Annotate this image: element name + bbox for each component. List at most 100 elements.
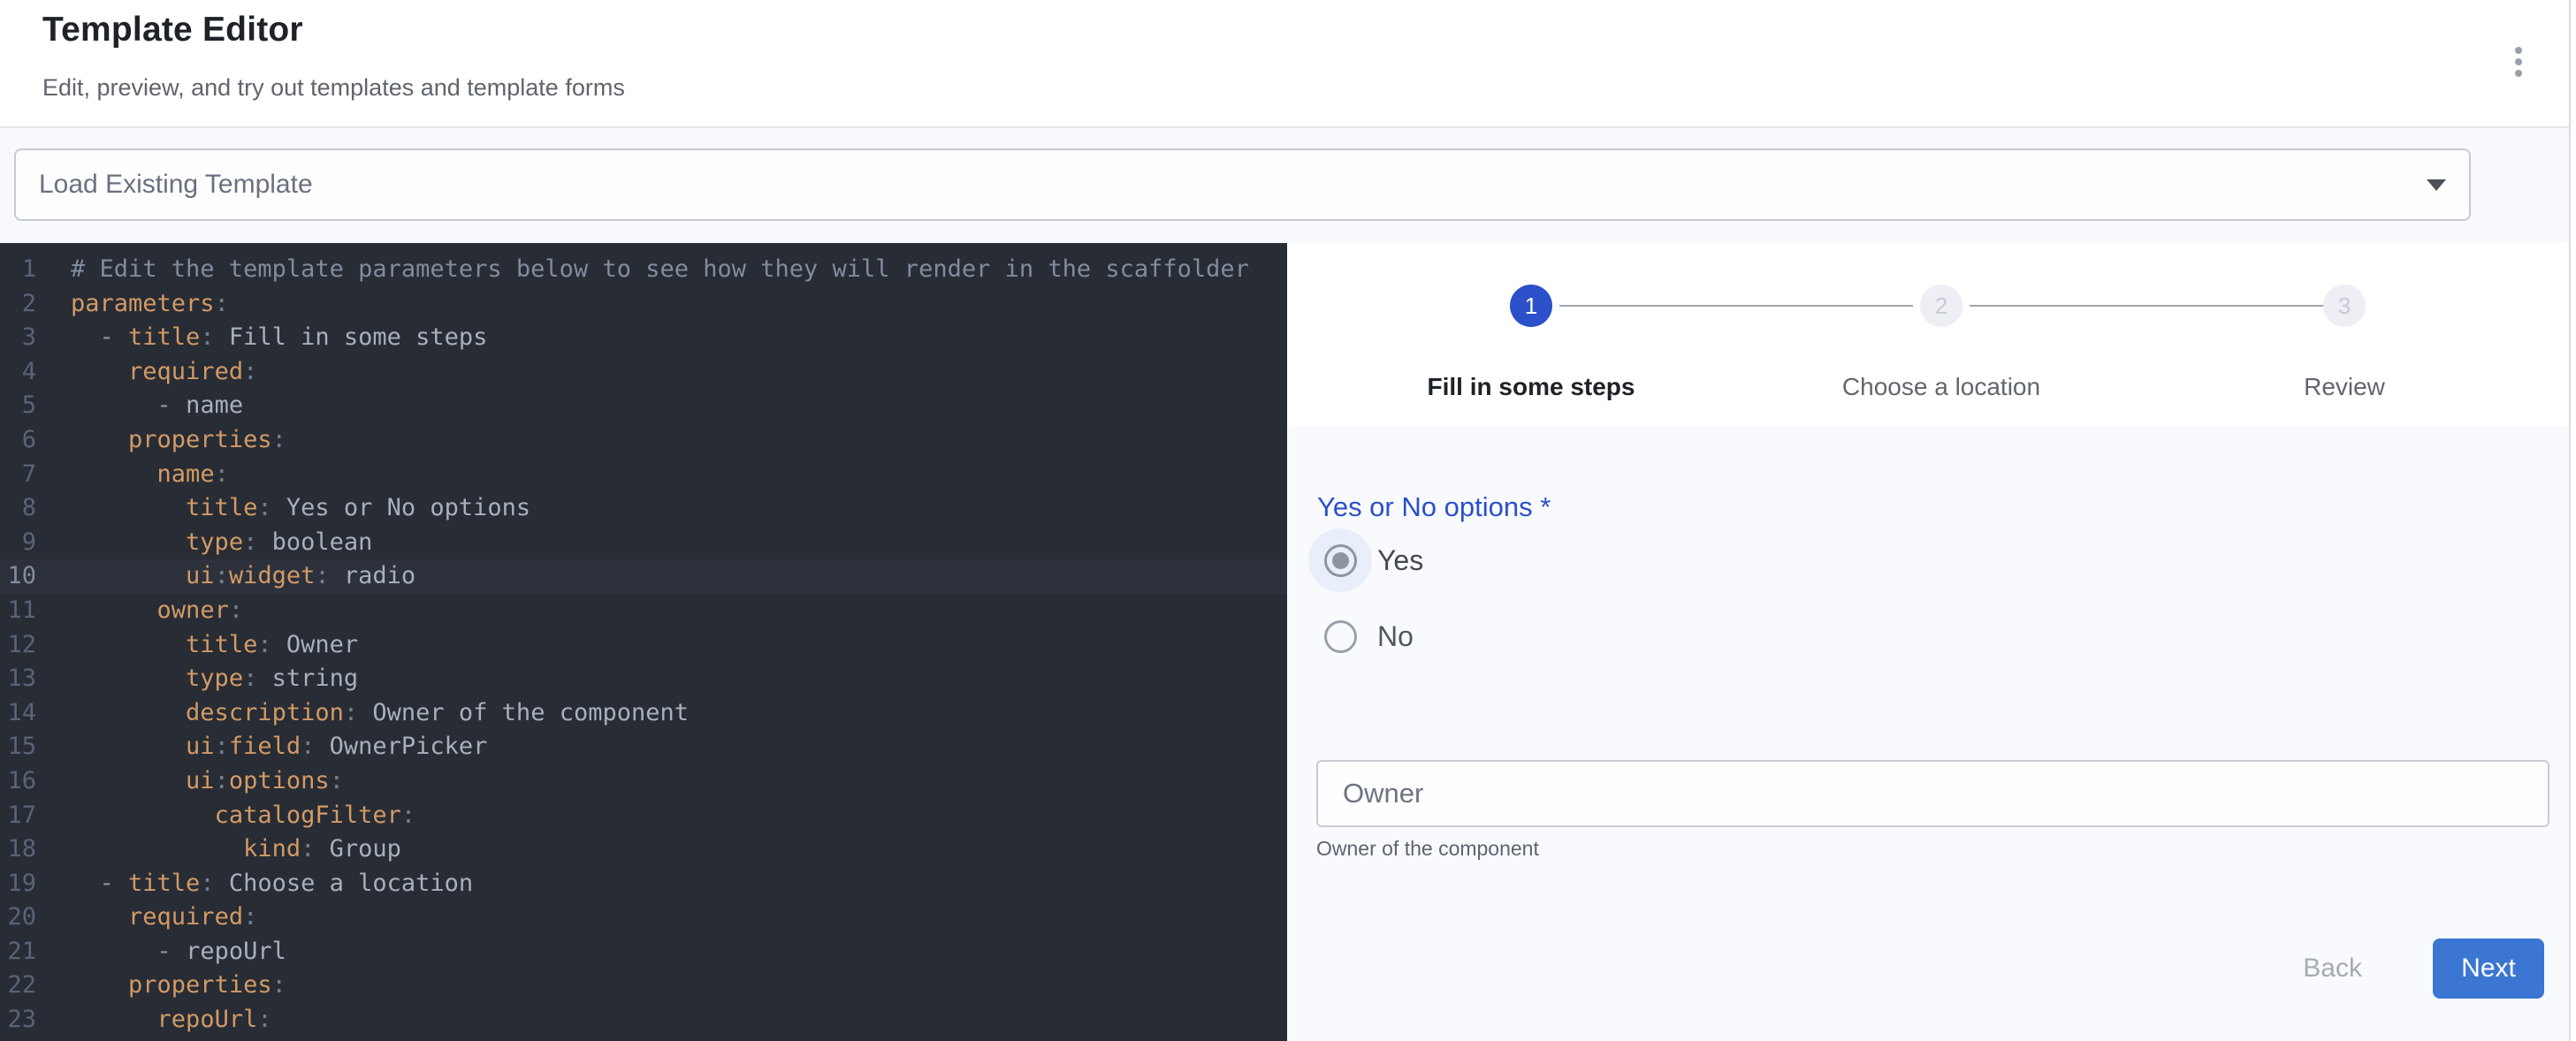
code-line[interactable]: 6 properties: (0, 423, 1287, 458)
code-text: required: (36, 900, 257, 935)
code-line[interactable]: 1# Edit the template parameters below to… (0, 253, 1287, 287)
line-number: 12 (0, 628, 36, 663)
code-text: type: string (36, 662, 358, 696)
step-label: Choose a location (1782, 373, 2100, 401)
line-number: 2 (0, 287, 36, 322)
code-line[interactable]: 18 kind: Group (0, 832, 1287, 867)
code-text: description: Owner of the component (36, 696, 689, 731)
code-editor[interactable]: 1# Edit the template parameters below to… (0, 243, 1287, 1041)
code-line[interactable]: 8 title: Yes or No options (0, 491, 1287, 526)
radio-button-icon[interactable] (1324, 620, 1357, 653)
radio-option-no[interactable]: No (1287, 604, 1414, 668)
code-text: ui:field: OwnerPicker (36, 730, 487, 764)
code-line[interactable]: 23 repoUrl: (0, 1003, 1287, 1037)
line-number: 18 (0, 832, 36, 867)
code-text: - name (36, 389, 243, 423)
code-text: - title: Fill in some steps (36, 321, 487, 355)
step-item-1: 1Fill in some steps (1372, 285, 1690, 401)
code-line[interactable]: 20 required: (0, 900, 1287, 935)
code-line[interactable]: 15 ui:field: OwnerPicker (0, 730, 1287, 764)
page-subtitle: Edit, preview, and try out templates and… (42, 74, 625, 102)
template-editor-page: Template Editor Edit, preview, and try o… (0, 0, 2576, 1041)
code-line[interactable]: 4 required: (0, 355, 1287, 390)
line-number: 21 (0, 935, 36, 969)
line-number: 20 (0, 900, 36, 935)
load-template-input[interactable] (39, 150, 2408, 219)
line-number: 7 (0, 458, 36, 492)
line-number: 1 (0, 253, 36, 287)
code-text: required: (36, 355, 257, 390)
line-number: 14 (0, 696, 36, 731)
owner-helper-text: Owner of the component (1316, 837, 1539, 861)
code-line[interactable]: 11 owner: (0, 594, 1287, 628)
code-line[interactable]: 16 ui:options: (0, 764, 1287, 799)
scrollbar-gutter (2571, 0, 2576, 1041)
code-line[interactable]: 2parameters: (0, 287, 1287, 322)
line-number: 8 (0, 491, 36, 526)
code-text: # Edit the template parameters below to … (36, 253, 1249, 287)
line-number: 3 (0, 321, 36, 355)
line-number: 11 (0, 594, 36, 628)
step-connector (1970, 305, 2323, 307)
step-item-2: 2 Choose a location (1782, 285, 2100, 401)
step-circle: 2 (1920, 285, 1962, 327)
code-line[interactable]: 21 - repoUrl (0, 935, 1287, 969)
code-line[interactable]: 7 name: (0, 458, 1287, 492)
code-text: ui:options: (36, 764, 344, 799)
radio-group-label-text: Yes or No options (1317, 491, 1533, 522)
code-line[interactable]: 9 type: boolean (0, 526, 1287, 560)
code-text: properties: (36, 423, 286, 458)
step-connector (1559, 305, 1913, 307)
radio-halo (1308, 604, 1372, 668)
code-text: repoUrl: (36, 1003, 272, 1037)
template-preview-panel: 1Fill in some steps 2 Choose a location 3Re… (1287, 243, 2576, 1041)
next-button[interactable]: Next (2433, 938, 2544, 999)
code-line[interactable]: 12 title: Owner (0, 628, 1287, 663)
code-text: - title: Choose a location (36, 867, 473, 901)
load-template-combobox[interactable] (14, 148, 2471, 221)
code-line[interactable]: 5 - name (0, 389, 1287, 423)
line-number: 6 (0, 423, 36, 458)
form-actions: Back Next (2280, 938, 2544, 999)
radio-option-yes[interactable]: Yes (1287, 528, 1423, 592)
line-number: 23 (0, 1003, 36, 1037)
dropdown-caret-icon[interactable] (2427, 179, 2446, 191)
radio-button-icon[interactable] (1324, 544, 1357, 577)
code-text: parameters: (36, 287, 229, 322)
code-line[interactable]: 3 - title: Fill in some steps (0, 321, 1287, 355)
code-line[interactable]: 14 description: Owner of the component (0, 696, 1287, 731)
template-picker-toolbar (0, 126, 2576, 243)
code-line[interactable]: 10 ui:widget: radio (0, 559, 1287, 594)
line-number: 19 (0, 867, 36, 901)
code-text: kind: Group (36, 832, 401, 867)
page-title: Template Editor (42, 11, 303, 49)
radio-dot (1332, 552, 1349, 569)
code-text: ui:widget: radio (36, 559, 415, 594)
line-number: 22 (0, 969, 36, 1003)
line-number: 13 (0, 662, 36, 696)
code-text: name: (36, 458, 229, 492)
back-button[interactable]: Back (2280, 954, 2385, 984)
code-text: title: Yes or No options (36, 491, 530, 526)
step-label: Fill in some steps (1372, 373, 1690, 401)
step-item-3: 3Review (2185, 285, 2504, 401)
code-line[interactable]: 13 type: string (0, 662, 1287, 696)
line-number: 4 (0, 355, 36, 390)
radio-option-label: No (1377, 620, 1414, 653)
radio-halo (1308, 528, 1372, 592)
more-options-button[interactable] (2497, 41, 2540, 83)
code-line[interactable]: 17 catalogFilter: (0, 799, 1287, 833)
step-circle: 3 (2323, 285, 2366, 327)
code-line[interactable]: 22 properties: (0, 969, 1287, 1003)
code-line[interactable]: 19 - title: Choose a location (0, 867, 1287, 901)
page-header: Template Editor Edit, preview, and try o… (0, 0, 2576, 126)
radio-group-label: Yes or No options * (1317, 491, 1551, 523)
owner-input[interactable] (1316, 760, 2549, 827)
code-text: - repoUrl (36, 935, 286, 969)
kebab-menu-icon (2515, 47, 2522, 77)
line-number: 9 (0, 526, 36, 560)
code-text: title: Owner (36, 628, 358, 663)
line-number: 17 (0, 799, 36, 833)
code-text: catalogFilter: (36, 799, 415, 833)
required-marker: * (1540, 491, 1551, 522)
